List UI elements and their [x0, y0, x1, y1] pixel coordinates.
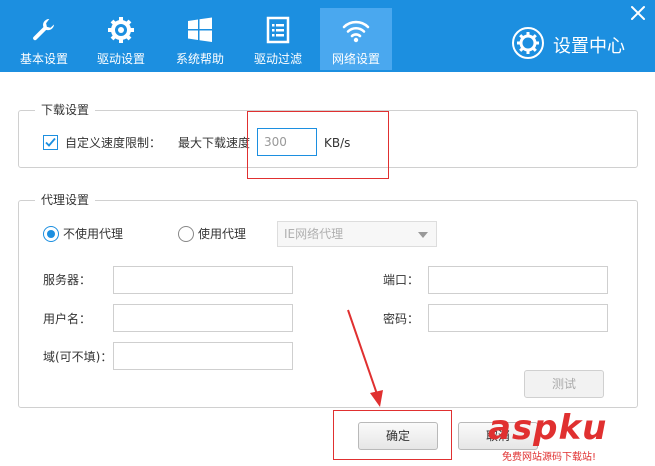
server-label: 服务器：: [43, 273, 92, 287]
tab-network-settings[interactable]: 网络设置: [320, 8, 392, 70]
highlight-box-speed: [247, 111, 389, 179]
custom-speed-limit-checkbox[interactable]: [43, 135, 58, 150]
no-proxy-label: 不使用代理: [63, 227, 124, 241]
proxy-type-select[interactable]: IE网络代理: [277, 221, 437, 247]
proxy-type-value: IE网络代理: [284, 227, 344, 241]
highlight-box-ok: [333, 410, 452, 460]
gear-icon: [108, 17, 134, 43]
window-title-area: 设置中心: [511, 26, 637, 62]
tab-basic-settings[interactable]: 基本设置: [8, 8, 80, 70]
tab-label: 网络设置: [331, 52, 380, 66]
download-settings-legend: 下载设置: [35, 103, 96, 117]
tab-label: 基本设置: [19, 52, 68, 66]
tab-driver-filter[interactable]: 驱动过滤: [242, 8, 314, 70]
tab-label: 驱动设置: [96, 52, 145, 66]
server-input[interactable]: [113, 266, 293, 294]
watermark: aspku 免费网站源码下载站!: [488, 408, 648, 466]
wrench-icon: [33, 19, 54, 41]
wifi-icon: [342, 20, 370, 43]
port-input[interactable]: [428, 266, 608, 294]
tab-label: 驱动过滤: [253, 52, 302, 66]
max-speed-label: 最大下载速度: [178, 136, 251, 150]
custom-speed-limit-label: 自定义速度限制：: [65, 136, 162, 150]
proxy-settings-legend: 代理设置: [35, 193, 96, 207]
tab-system-help[interactable]: 系统帮助: [164, 8, 236, 70]
checkmark-icon: [45, 137, 56, 147]
list-icon: [266, 16, 290, 44]
use-proxy-radio[interactable]: [178, 226, 194, 242]
use-proxy-label: 使用代理: [198, 227, 247, 241]
test-button[interactable]: 测试: [524, 370, 604, 398]
domain-input[interactable]: [113, 342, 293, 370]
port-label: 端口：: [383, 273, 420, 287]
top-toolbar: 基本设置 驱动设置 系统帮助 驱动过滤 网络设置 设置中心: [0, 0, 655, 72]
password-input[interactable]: [428, 304, 608, 332]
username-label: 用户名：: [43, 312, 92, 326]
watermark-brand: aspku: [488, 408, 608, 448]
window-title: 设置中心: [553, 36, 625, 57]
watermark-tagline: 免费网站源码下载站!: [502, 452, 597, 463]
arrow-icon: [347, 309, 383, 407]
chevron-down-icon: [418, 232, 428, 238]
username-input[interactable]: [113, 304, 293, 332]
tab-label: 系统帮助: [175, 52, 224, 66]
tab-driver-settings[interactable]: 驱动设置: [85, 8, 157, 70]
close-icon[interactable]: [629, 4, 647, 22]
domain-label: 域(可不填)：: [43, 350, 113, 364]
settings-gear-icon: [512, 27, 544, 59]
windows-icon: [188, 17, 212, 42]
no-proxy-radio[interactable]: [43, 226, 59, 242]
